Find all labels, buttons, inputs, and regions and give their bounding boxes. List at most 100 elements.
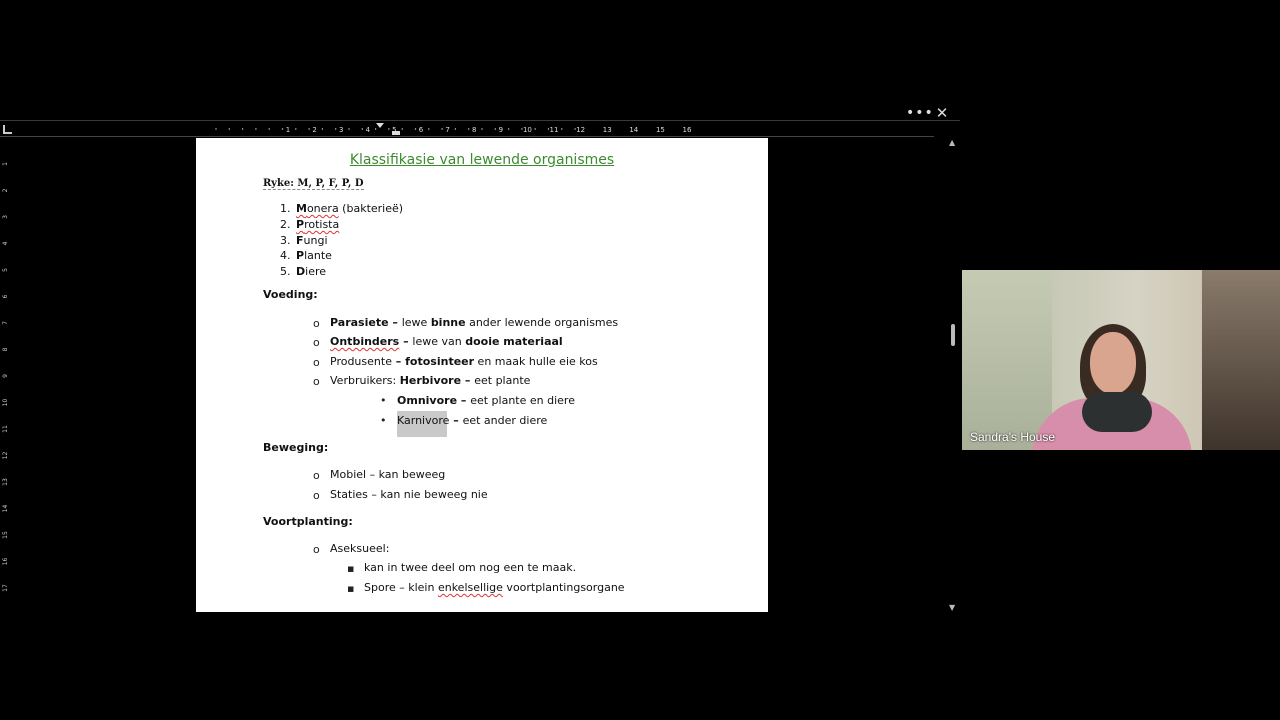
ruler-dot xyxy=(388,128,390,130)
list-item: Protista xyxy=(296,218,340,231)
ruler-tick-label: 17 xyxy=(2,584,9,592)
vertical-scrollbar[interactable]: ▲ ▼ xyxy=(946,138,960,612)
heading-beweging: Beweging: xyxy=(263,441,329,454)
ruler-tick-label: 6 xyxy=(419,126,424,134)
bullet-icon: • xyxy=(380,414,387,427)
list-item: Plante xyxy=(296,249,332,262)
list-item: Spore – klein enkelsellige voortplanting… xyxy=(364,581,625,594)
ruler-dot xyxy=(454,128,457,130)
shared-screen: ••• ✕ 1 2 3 4 5 6 7 8 9 10 11 12 13 14 15 16 1234567891… xyxy=(0,0,960,720)
ruler-dot xyxy=(414,128,417,130)
horizontal-ruler[interactable]: 1 2 3 4 5 6 7 8 9 10 11 12 13 14 15 16 xyxy=(18,122,952,136)
scroll-thumb[interactable] xyxy=(951,324,955,346)
ruler-tick-label: 10 xyxy=(523,126,532,134)
bullet-icon: o xyxy=(313,469,320,482)
list-item: Diere xyxy=(296,265,327,278)
ruler-tick-label: 3 xyxy=(2,215,9,219)
bullet-icon: • xyxy=(380,394,387,407)
ruler-tick-label: 11 xyxy=(550,126,559,134)
ruler-dot xyxy=(481,128,483,130)
scroll-up-icon[interactable]: ▲ xyxy=(949,138,955,147)
tab-selector-icon[interactable] xyxy=(3,125,12,134)
ruler-dot xyxy=(374,128,377,130)
ruler-dot xyxy=(228,128,230,130)
ruler-dot xyxy=(268,128,270,130)
list-number: 5. xyxy=(280,265,291,278)
ruler-dot xyxy=(295,128,297,130)
scarf xyxy=(1082,392,1152,432)
list-item: Aseksueel: xyxy=(330,542,390,555)
ruler-dot xyxy=(534,128,536,130)
bullet-icon: o xyxy=(313,489,320,502)
ruler-tick-label: 11 xyxy=(2,425,9,433)
list-item: Verbruikers: Herbivore – eet plante xyxy=(330,374,531,387)
participant-name-label: Sandra's House xyxy=(970,430,1056,444)
word-document-window: 1 2 3 4 5 6 7 8 9 10 11 12 13 14 15 16 1 2 3 4 5 6 7 8 9 10 11 12 1… xyxy=(0,122,960,612)
indent-marker[interactable] xyxy=(376,123,384,128)
ruler-tick-label: 13 xyxy=(2,478,9,486)
bullet-icon: o xyxy=(313,375,320,388)
ruler-tick-label: 9 xyxy=(499,126,503,134)
ruler-dot xyxy=(281,128,284,130)
ruler-tick-label: 4 xyxy=(2,241,9,245)
ruler-tick-label: 5 xyxy=(2,268,9,272)
ruler-tick-label: 9 xyxy=(2,374,9,378)
ruler-tick-label: 14 xyxy=(2,505,9,513)
heading-voortplanting: Voortplanting: xyxy=(263,515,353,528)
bullet-icon: o xyxy=(313,336,320,349)
ruler-tick-label: 6 xyxy=(2,294,9,298)
list-number: 2. xyxy=(280,218,291,231)
list-item: Omnivore – eet plante en diere xyxy=(397,394,575,407)
ruler-tick-label: 8 xyxy=(472,126,476,134)
scroll-down-icon[interactable]: ▼ xyxy=(949,603,955,612)
ruler-dot xyxy=(308,128,310,130)
ruler-dot xyxy=(507,128,510,130)
face xyxy=(1090,332,1136,394)
bullet-icon: o xyxy=(313,356,320,369)
ruler-dot xyxy=(348,128,350,130)
ruler-tick-label: 4 xyxy=(366,126,371,134)
vertical-ruler[interactable]: 1234567891011121314151617 xyxy=(0,140,14,610)
ruler-dot xyxy=(428,128,430,130)
ruler-tick-label: 3 xyxy=(339,126,343,134)
ruler-tick-label: 1 xyxy=(2,162,9,166)
ruler-tick-label: 13 xyxy=(603,126,612,134)
divider xyxy=(0,120,960,121)
ruler-dot xyxy=(401,128,403,130)
ruler-tick-label: 12 xyxy=(2,452,9,460)
ruler-tick-label: 7 xyxy=(2,321,9,325)
ruler-tick-label: 2 xyxy=(2,188,9,192)
bullet-icon: ▪ xyxy=(347,562,355,575)
ruler-tick-label: 7 xyxy=(445,126,449,134)
ryke-label: Ryke: M, P, F, P, D xyxy=(263,178,364,190)
ruler-dot xyxy=(361,128,363,130)
ruler-divider xyxy=(0,136,934,137)
ruler-tick-label: 14 xyxy=(629,126,638,134)
list-item: Parasiete – lewe binne ander lewende org… xyxy=(330,316,619,329)
tab-marker[interactable] xyxy=(392,131,400,135)
list-item: Produsente – fotosinteer en maak hulle e… xyxy=(330,355,598,368)
list-item: Staties – kan nie beweeg nie xyxy=(330,488,488,501)
ruler-tick-label: 16 xyxy=(683,126,692,134)
bullet-icon: o xyxy=(313,317,320,330)
list-item: Fungi xyxy=(296,234,328,247)
ruler-dot xyxy=(321,128,324,130)
ruler-tick-label: 2 xyxy=(312,126,316,134)
ruler-tick-label: 16 xyxy=(2,558,9,566)
ruler-tick-label: 12 xyxy=(576,126,585,134)
document-title: Klassifikasie van lewende organismes xyxy=(349,152,615,168)
ruler-dot xyxy=(241,128,244,130)
ruler-tick-label: 1 xyxy=(286,126,290,134)
ruler-dot xyxy=(335,128,337,130)
ruler-dot xyxy=(561,128,563,130)
list-item: Karnivore – eet ander diere xyxy=(397,414,548,427)
ruler-tick-label: 8 xyxy=(2,347,9,351)
participant-video[interactable] xyxy=(962,270,1280,450)
background-wall xyxy=(1202,270,1280,450)
ruler-dot xyxy=(215,128,217,130)
document-page[interactable]: Klassifikasie van lewende organismes Ryk… xyxy=(196,138,768,612)
ruler-dot xyxy=(468,128,470,130)
list-number: 1. xyxy=(280,202,291,215)
bullet-icon: ▪ xyxy=(347,582,355,595)
list-item: Ontbinders – lewe van dooie materiaal xyxy=(330,335,563,348)
